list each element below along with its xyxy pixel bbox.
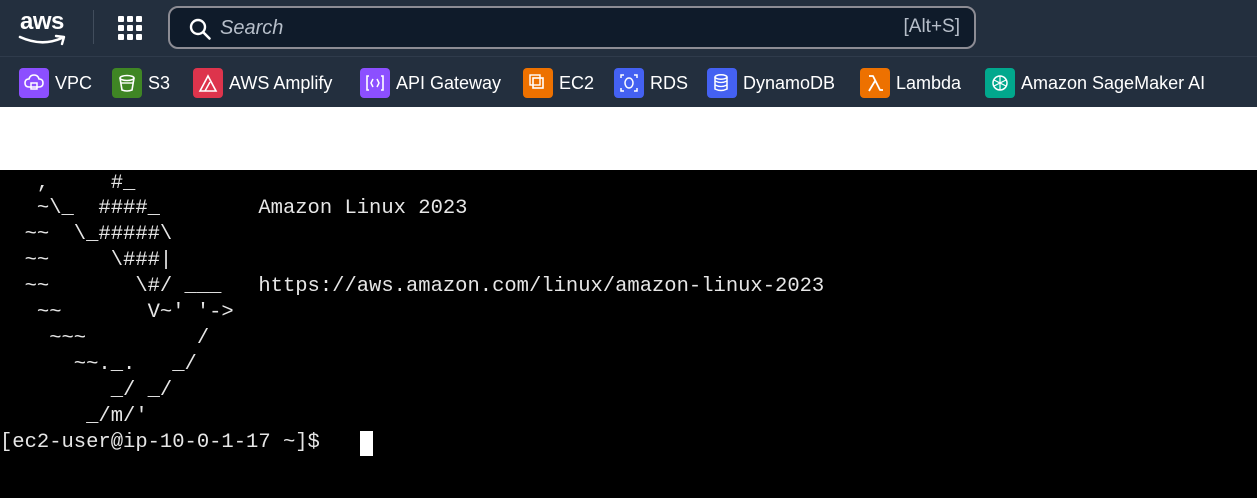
amplify-icon — [193, 68, 223, 98]
search-box[interactable]: [Alt+S] — [168, 6, 976, 49]
motd-line: ~~ V~' '-> — [0, 301, 234, 324]
motd-line: ~~ \#/ ___ https://aws.amazon.com/linux/… — [0, 275, 825, 298]
lambda-icon — [860, 68, 890, 98]
favorite-label: AWS Amplify — [229, 72, 333, 93]
vpc-icon — [19, 68, 49, 98]
header-divider — [93, 10, 94, 44]
rds-icon — [614, 68, 644, 98]
favorite-vpc[interactable]: VPC — [19, 67, 92, 99]
motd-line: ~~ \_#####\ — [0, 223, 173, 246]
motd-line: ~\_ ####_ Amazon Linux 2023 — [0, 197, 468, 220]
ec2-chip-icon — [523, 68, 553, 98]
shell-prompt[interactable]: [ec2-user@ip-10-0-1-17 ~]$ — [0, 430, 332, 456]
favorite-label: RDS — [650, 72, 689, 93]
content-white-strip — [0, 107, 1257, 170]
search-input[interactable] — [220, 14, 820, 42]
services-grid-button[interactable] — [112, 12, 148, 44]
favorite-lambda[interactable]: Lambda — [860, 67, 961, 99]
aws-logo-text: aws — [20, 8, 64, 35]
favorite-label: Amazon SageMaker AI — [1021, 72, 1206, 93]
favorite-rds[interactable]: RDS — [614, 67, 688, 99]
terminal-cursor — [360, 431, 373, 456]
favorite-aws-amplify[interactable]: AWS Amplify — [193, 67, 332, 99]
favorite-ec2[interactable]: EC2 — [523, 67, 594, 99]
motd-line: _/m/' — [0, 405, 148, 428]
favorite-label: DynamoDB — [743, 72, 836, 93]
aws-logo[interactable]: aws — [18, 8, 72, 48]
motd-line: ~~ \###| — [0, 249, 173, 272]
favorite-label: S3 — [148, 72, 171, 93]
search-icon — [189, 18, 211, 40]
motd-line: ~~~ / — [0, 327, 210, 350]
favorites-bar: VPC S3 AWS Amplify API Gateway EC2 RDS D… — [0, 56, 1257, 107]
s3-bucket-icon — [112, 68, 142, 98]
motd-line: ~~._. _/ — [0, 353, 197, 376]
favorite-api-gateway[interactable]: API Gateway — [360, 67, 501, 99]
terminal-window[interactable]: , #_ ~\_ ####_ Amazon Linux 2023 ~~ \_##… — [0, 170, 1257, 498]
motd-line: , #_ — [0, 172, 136, 195]
favorite-label: EC2 — [559, 72, 595, 93]
sagemaker-icon — [985, 68, 1015, 98]
services-grid-icon — [118, 16, 142, 40]
top-navigation-bar: aws [Alt+S] — [0, 0, 1257, 56]
api-gateway-icon — [360, 68, 390, 98]
search-shortcut-hint: [Alt+S] — [903, 16, 961, 37]
favorite-sagemaker-ai[interactable]: Amazon SageMaker AI — [985, 67, 1205, 99]
favorite-label: VPC — [55, 72, 93, 93]
dynamodb-icon — [707, 68, 737, 98]
favorite-dynamodb[interactable]: DynamoDB — [707, 67, 835, 99]
favorite-label: API Gateway — [396, 72, 502, 93]
favorite-label: Lambda — [896, 72, 962, 93]
motd-line: _/ _/ — [0, 379, 173, 402]
aws-smile-icon — [18, 34, 66, 46]
favorite-s3[interactable]: S3 — [112, 67, 170, 99]
